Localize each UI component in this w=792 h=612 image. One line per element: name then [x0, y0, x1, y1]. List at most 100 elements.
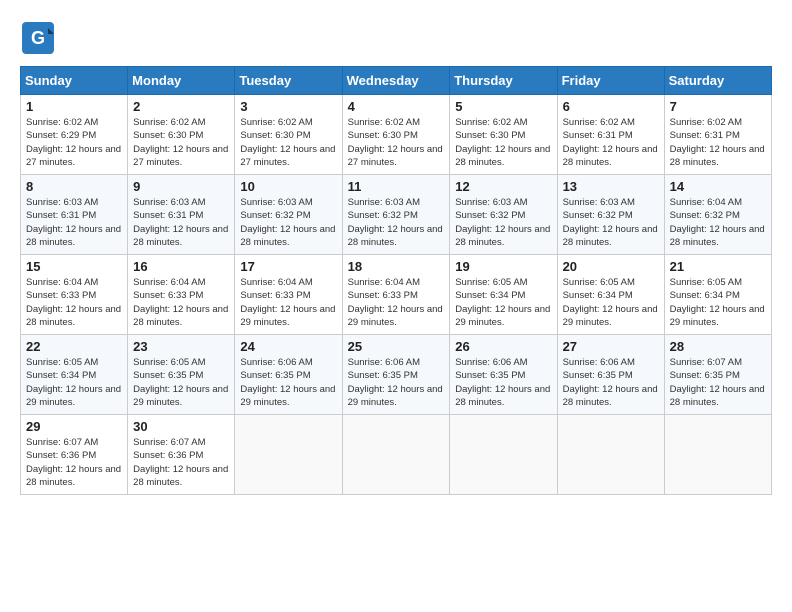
- calendar-cell: 25 Sunrise: 6:06 AM Sunset: 6:35 PM Dayli…: [342, 335, 450, 415]
- day-number: 14: [670, 179, 766, 194]
- calendar-cell: [235, 415, 342, 495]
- day-info: Sunrise: 6:02 AM Sunset: 6:30 PM Dayligh…: [455, 116, 551, 169]
- calendar-body: 1 Sunrise: 6:02 AM Sunset: 6:29 PM Daylig…: [21, 95, 772, 495]
- calendar-week-row: 15 Sunrise: 6:04 AM Sunset: 6:33 PM Dayli…: [21, 255, 772, 335]
- calendar-cell: 10Sunrise: 6:03 AM Sunset: 6:32 PM Dayli…: [235, 175, 342, 255]
- calendar-cell: 24 Sunrise: 6:06 AM Sunset: 6:35 PM Dayli…: [235, 335, 342, 415]
- weekday-friday: Friday: [557, 67, 664, 95]
- calendar-cell: [450, 415, 557, 495]
- weekday-thursday: Thursday: [450, 67, 557, 95]
- day-info: Sunrise: 6:03 AM Sunset: 6:32 PM Dayligh…: [455, 196, 551, 249]
- day-info: Sunrise: 6:03 AM Sunset: 6:31 PM Dayligh…: [133, 196, 229, 249]
- day-number: 4: [348, 99, 445, 114]
- day-number: 26: [455, 339, 551, 354]
- day-info: Sunrise: 6:06 AM Sunset: 6:35 PM Dayligh…: [348, 356, 445, 409]
- weekday-sunday: Sunday: [21, 67, 128, 95]
- day-info: Sunrise: 6:05 AM Sunset: 6:34 PM Dayligh…: [563, 276, 659, 329]
- calendar-cell: 14 Sunrise: 6:04 AM Sunset: 6:32 PM Dayli…: [664, 175, 771, 255]
- calendar-cell: 3 Sunrise: 6:02 AM Sunset: 6:30 PM Daylig…: [235, 95, 342, 175]
- day-number: 27: [563, 339, 659, 354]
- calendar-week-row: 1 Sunrise: 6:02 AM Sunset: 6:29 PM Daylig…: [21, 95, 772, 175]
- calendar-cell: 28 Sunrise: 6:07 AM Sunset: 6:35 PM Dayli…: [664, 335, 771, 415]
- calendar-table: SundayMondayTuesdayWednesdayThursdayFrid…: [20, 66, 772, 495]
- calendar-cell: 7 Sunrise: 6:02 AM Sunset: 6:31 PM Daylig…: [664, 95, 771, 175]
- calendar-cell: 18Sunrise: 6:04 AM Sunset: 6:33 PM Dayli…: [342, 255, 450, 335]
- weekday-header-row: SundayMondayTuesdayWednesdayThursdayFrid…: [21, 67, 772, 95]
- day-number: 21: [670, 259, 766, 274]
- day-number: 9: [133, 179, 229, 194]
- calendar-cell: [557, 415, 664, 495]
- day-info: Sunrise: 6:06 AM Sunset: 6:35 PM Dayligh…: [240, 356, 336, 409]
- day-number: 8: [26, 179, 122, 194]
- weekday-wednesday: Wednesday: [342, 67, 450, 95]
- day-number: 11: [348, 179, 445, 194]
- calendar-cell: 30 Sunrise: 6:07 AM Sunset: 6:36 PM Dayli…: [128, 415, 235, 495]
- day-number: 17: [240, 259, 336, 274]
- day-number: 28: [670, 339, 766, 354]
- calendar-cell: 5 Sunrise: 6:02 AM Sunset: 6:30 PM Daylig…: [450, 95, 557, 175]
- day-number: 23: [133, 339, 229, 354]
- calendar-week-row: 22Sunrise: 6:05 AM Sunset: 6:34 PM Dayli…: [21, 335, 772, 415]
- day-number: 15: [26, 259, 122, 274]
- day-number: 5: [455, 99, 551, 114]
- day-number: 29: [26, 419, 122, 434]
- calendar-cell: 6 Sunrise: 6:02 AM Sunset: 6:31 PM Daylig…: [557, 95, 664, 175]
- day-info: Sunrise: 6:02 AM Sunset: 6:30 PM Dayligh…: [240, 116, 336, 169]
- day-info: Sunrise: 6:07 AM Sunset: 6:36 PM Dayligh…: [26, 436, 122, 489]
- day-info: Sunrise: 6:03 AM Sunset: 6:32 PM Dayligh…: [563, 196, 659, 249]
- calendar-week-row: 8 Sunrise: 6:03 AM Sunset: 6:31 PM Daylig…: [21, 175, 772, 255]
- day-info: Sunrise: 6:02 AM Sunset: 6:30 PM Dayligh…: [133, 116, 229, 169]
- day-info: Sunrise: 6:07 AM Sunset: 6:35 PM Dayligh…: [670, 356, 766, 409]
- day-info: Sunrise: 6:04 AM Sunset: 6:32 PM Dayligh…: [670, 196, 766, 249]
- day-info: Sunrise: 6:07 AM Sunset: 6:36 PM Dayligh…: [133, 436, 229, 489]
- header: G: [20, 20, 772, 56]
- calendar-cell: 29 Sunrise: 6:07 AM Sunset: 6:36 PM Dayli…: [21, 415, 128, 495]
- day-info: Sunrise: 6:02 AM Sunset: 6:31 PM Dayligh…: [670, 116, 766, 169]
- day-number: 3: [240, 99, 336, 114]
- day-number: 24: [240, 339, 336, 354]
- day-number: 12: [455, 179, 551, 194]
- day-number: 6: [563, 99, 659, 114]
- calendar-cell: [664, 415, 771, 495]
- calendar-cell: 27 Sunrise: 6:06 AM Sunset: 6:35 PM Dayli…: [557, 335, 664, 415]
- logo-icon: G: [20, 20, 56, 56]
- calendar-cell: 11 Sunrise: 6:03 AM Sunset: 6:32 PM Dayli…: [342, 175, 450, 255]
- day-number: 30: [133, 419, 229, 434]
- calendar-cell: 12 Sunrise: 6:03 AM Sunset: 6:32 PM Dayli…: [450, 175, 557, 255]
- day-info: Sunrise: 6:06 AM Sunset: 6:35 PM Dayligh…: [455, 356, 551, 409]
- day-number: 7: [670, 99, 766, 114]
- day-info: Sunrise: 6:04 AM Sunset: 6:33 PM Dayligh…: [348, 276, 445, 329]
- day-number: 1: [26, 99, 122, 114]
- calendar-cell: 21 Sunrise: 6:05 AM Sunset: 6:34 PM Dayli…: [664, 255, 771, 335]
- calendar-cell: 20Sunrise: 6:05 AM Sunset: 6:34 PM Dayli…: [557, 255, 664, 335]
- day-number: 2: [133, 99, 229, 114]
- calendar-cell: 15 Sunrise: 6:04 AM Sunset: 6:33 PM Dayli…: [21, 255, 128, 335]
- day-number: 25: [348, 339, 445, 354]
- day-info: Sunrise: 6:05 AM Sunset: 6:34 PM Dayligh…: [26, 356, 122, 409]
- svg-text:G: G: [31, 28, 45, 48]
- day-info: Sunrise: 6:06 AM Sunset: 6:35 PM Dayligh…: [563, 356, 659, 409]
- day-info: Sunrise: 6:05 AM Sunset: 6:34 PM Dayligh…: [670, 276, 766, 329]
- day-info: Sunrise: 6:04 AM Sunset: 6:33 PM Dayligh…: [133, 276, 229, 329]
- calendar-cell: 4 Sunrise: 6:02 AM Sunset: 6:30 PM Daylig…: [342, 95, 450, 175]
- calendar-cell: 1 Sunrise: 6:02 AM Sunset: 6:29 PM Daylig…: [21, 95, 128, 175]
- calendar-cell: 8 Sunrise: 6:03 AM Sunset: 6:31 PM Daylig…: [21, 175, 128, 255]
- day-info: Sunrise: 6:02 AM Sunset: 6:30 PM Dayligh…: [348, 116, 445, 169]
- day-info: Sunrise: 6:04 AM Sunset: 6:33 PM Dayligh…: [240, 276, 336, 329]
- calendar-cell: 23Sunrise: 6:05 AM Sunset: 6:35 PM Dayli…: [128, 335, 235, 415]
- day-info: Sunrise: 6:03 AM Sunset: 6:32 PM Dayligh…: [240, 196, 336, 249]
- day-info: Sunrise: 6:04 AM Sunset: 6:33 PM Dayligh…: [26, 276, 122, 329]
- calendar-cell: [342, 415, 450, 495]
- day-info: Sunrise: 6:03 AM Sunset: 6:32 PM Dayligh…: [348, 196, 445, 249]
- weekday-saturday: Saturday: [664, 67, 771, 95]
- calendar-week-row: 29 Sunrise: 6:07 AM Sunset: 6:36 PM Dayli…: [21, 415, 772, 495]
- day-info: Sunrise: 6:03 AM Sunset: 6:31 PM Dayligh…: [26, 196, 122, 249]
- calendar-cell: 13Sunrise: 6:03 AM Sunset: 6:32 PM Dayli…: [557, 175, 664, 255]
- calendar-cell: 17 Sunrise: 6:04 AM Sunset: 6:33 PM Dayli…: [235, 255, 342, 335]
- day-info: Sunrise: 6:02 AM Sunset: 6:31 PM Dayligh…: [563, 116, 659, 169]
- weekday-monday: Monday: [128, 67, 235, 95]
- calendar-cell: 22Sunrise: 6:05 AM Sunset: 6:34 PM Dayli…: [21, 335, 128, 415]
- weekday-tuesday: Tuesday: [235, 67, 342, 95]
- calendar-cell: 16Sunrise: 6:04 AM Sunset: 6:33 PM Dayli…: [128, 255, 235, 335]
- day-info: Sunrise: 6:02 AM Sunset: 6:29 PM Dayligh…: [26, 116, 122, 169]
